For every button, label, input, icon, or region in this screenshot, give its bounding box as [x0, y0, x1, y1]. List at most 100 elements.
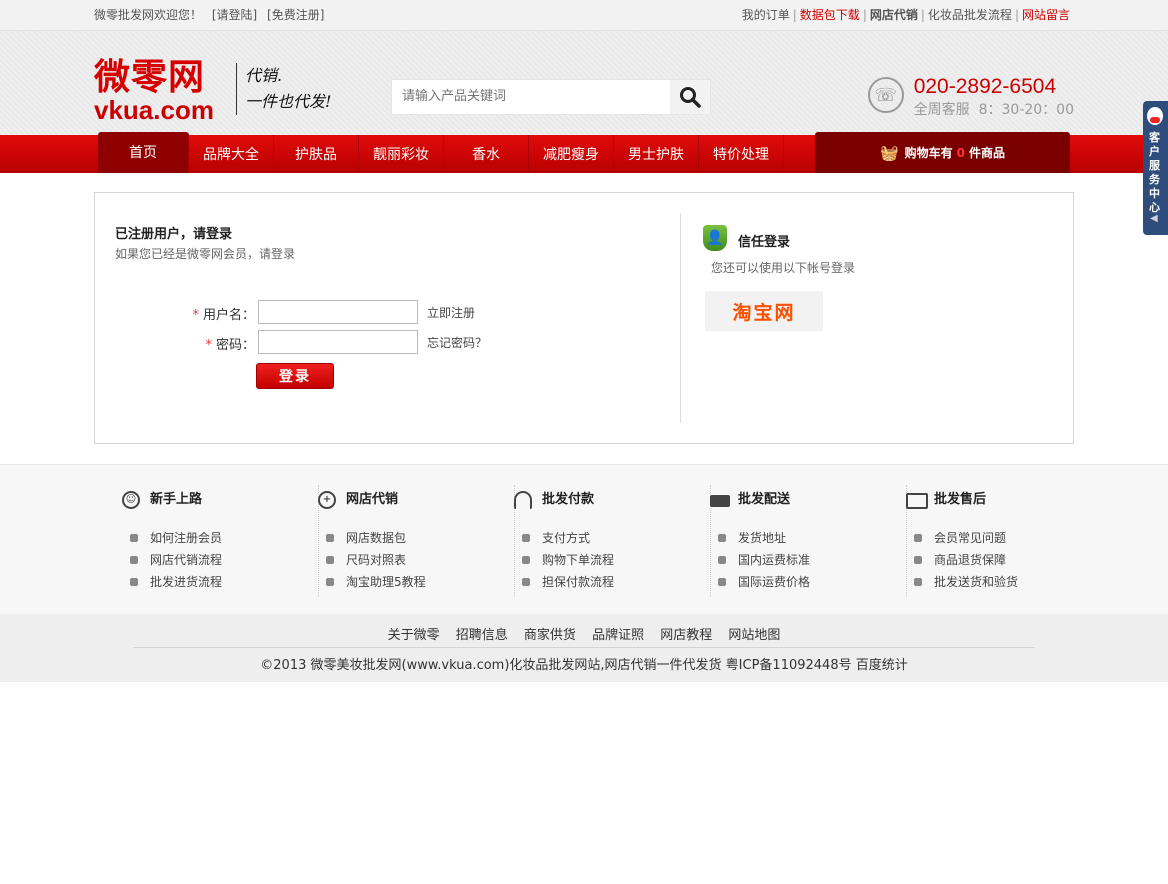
login-title: 已注册用户，请登录 [115, 227, 233, 242]
panel-divider [680, 213, 681, 423]
register-now-link[interactable]: 立即注册 [427, 304, 475, 321]
help-link[interactable]: 会员常见问题 [914, 527, 1018, 549]
nav-item-mens-care[interactable]: 男士护肤 [614, 135, 699, 173]
shield-user-icon: 👤 [703, 225, 727, 251]
welcome-text: 微零批发网欢迎您！ [94, 8, 203, 22]
taobao-login-button[interactable]: 淘宝网 [705, 291, 823, 331]
login-panel: 已注册用户，请登录 如果您已经是微零网会员，请登录 * 用户名： 立即注册 * 密码… [94, 192, 1074, 444]
help-link[interactable]: 支付方式 [522, 527, 614, 549]
help-title-payment: 批发付款 [514, 489, 594, 511]
help-col-dropship: + 网店代销 网店数据包 尺码对照表 淘宝助理5教程 [318, 485, 515, 597]
help-link[interactable]: 网店代销流程 [130, 549, 222, 571]
username-label: * 用户名： [192, 308, 255, 323]
dropship-link[interactable]: 网店代销 [870, 8, 918, 22]
password-label: * 密码： [205, 338, 255, 353]
site-logo[interactable]: 微零网 vkua.com 代销. 一件也代发! [94, 56, 331, 125]
username-row: * 用户名： 立即注册 [95, 300, 675, 324]
help-title-newbie: ☺ 新手上路 [122, 489, 202, 511]
service-hours: 全周客服 8：30-20：00 [914, 99, 1074, 121]
help-link[interactable]: 国内运费标准 [718, 549, 810, 571]
hours-value: 8：30-20：00 [978, 102, 1074, 118]
nav-item-brands[interactable]: 品牌大全 [189, 135, 274, 173]
footer-link-jobs[interactable]: 招聘信息 [456, 628, 508, 643]
search-button[interactable] [670, 80, 710, 114]
nav-item-clearance[interactable]: 特价处理 [699, 135, 784, 173]
login-subtitle: 如果您已经是微零网会员，请登录 [115, 247, 296, 261]
service-tab-label: 客户服务中心 [1149, 131, 1160, 214]
search-box [391, 79, 711, 115]
nav-item-slimming[interactable]: 减肥瘦身 [529, 135, 614, 173]
help-link[interactable]: 淘宝助理5教程 [326, 571, 426, 593]
help-col-newbie: ☺ 新手上路 如何注册会员 网店代销流程 批发进货流程 [122, 485, 319, 597]
help-link[interactable]: 网店数据包 [326, 527, 426, 549]
help-link[interactable]: 担保付款流程 [522, 571, 614, 593]
my-orders-link[interactable]: 我的订单 [742, 8, 790, 22]
compass-icon: + [318, 491, 336, 509]
top-bar: 微零批发网欢迎您！ [请登陆] [免费注册] 我的订单 | 数据包下载 | 网店代销 | 化… [0, 0, 1168, 31]
guestbook-link[interactable]: 网站留言 [1022, 8, 1070, 22]
help-link[interactable]: 批发送货和验货 [914, 571, 1018, 593]
password-row: * 密码： 忘记密码？ [95, 330, 675, 354]
help-col-delivery: 批发配送 发货地址 国内运费标准 国际运费价格 [710, 485, 907, 597]
help-title-delivery: 批发配送 [710, 489, 790, 511]
nav-item-makeup[interactable]: 靓丽彩妆 [359, 135, 444, 173]
trust-login-title: 信任登录 [738, 235, 791, 250]
footer-link-sitemap[interactable]: 网站地图 [728, 628, 780, 643]
hotline: ☏ 020-2892-6504 全周客服 8：30-20：00 [867, 75, 1074, 121]
phone-icon: ☏ [867, 77, 904, 113]
cart-count: 0 [956, 145, 966, 160]
headset-icon [514, 491, 532, 509]
trust-login-subtitle: 您还可以使用以下帐号登录 [711, 261, 856, 275]
phone-number: 020-2892-6504 [913, 75, 1057, 98]
help-link[interactable]: 国际运费价格 [718, 571, 810, 593]
help-link[interactable]: 如何注册会员 [130, 527, 222, 549]
logo-en: vkua.com [94, 95, 214, 125]
search-input[interactable] [392, 80, 672, 112]
username-field[interactable] [258, 300, 418, 324]
footer-link-licenses[interactable]: 品牌证照 [592, 628, 644, 643]
nav-item-skincare[interactable]: 护肤品 [274, 135, 359, 173]
logo-slogan: 代销. 一件也代发! [236, 63, 355, 115]
qq-penguin-icon [1147, 107, 1163, 125]
slogan-line-2: 一件也代发! [245, 92, 332, 111]
register-link[interactable]: [免费注册] [267, 8, 324, 22]
main-nav: 首页 品牌大全 护肤品 靓丽彩妆 香水 减肥瘦身 男士护肤 特价处理 🧺 购物车… [0, 132, 1168, 173]
nav-item-perfume[interactable]: 香水 [444, 135, 529, 173]
data-package-link[interactable]: 数据包下载 [800, 8, 860, 22]
login-button[interactable]: 登录 [256, 363, 334, 389]
help-link[interactable]: 购物下单流程 [522, 549, 614, 571]
help-link[interactable]: 发货地址 [718, 527, 810, 549]
slogan-line-1: 代销. [245, 66, 283, 85]
footer-divider [133, 647, 1035, 648]
cart-button[interactable]: 🧺 购物车有 0 件商品 [815, 132, 1070, 173]
help-section: ☺ 新手上路 如何注册会员 网店代销流程 批发进货流程 + 网店代销 网店数据包 尺… [0, 464, 1168, 615]
nav-item-home[interactable]: 首页 [98, 132, 189, 173]
footer-links: 关于微零 招聘信息 商家供货 品牌证照 网店教程 网站地图 [0, 624, 1168, 643]
hours-label: 全周客服 [913, 102, 970, 118]
help-col-payment: 批发付款 支付方式 购物下单流程 担保付款流程 [514, 485, 711, 597]
header: 微零网 vkua.com 代销. 一件也代发! ☏ 020-2892-6504 … [0, 31, 1168, 135]
help-link[interactable]: 批发进货流程 [130, 571, 222, 593]
card-icon [906, 493, 928, 509]
cart-suffix: 件商品 [969, 146, 1006, 160]
help-link[interactable]: 尺码对照表 [326, 549, 426, 571]
logo-cn: 微零网 [94, 56, 206, 98]
forgot-password-link[interactable]: 忘记密码？ [427, 334, 487, 351]
footer-link-suppliers[interactable]: 商家供货 [524, 628, 576, 643]
help-col-aftersale: 批发售后 会员常见问题 商品退货保障 批发送货和验货 [906, 485, 1102, 597]
search-icon [680, 87, 701, 108]
help-link[interactable]: 商品退货保障 [914, 549, 1018, 571]
login-link[interactable]: [请登陆] [212, 8, 257, 22]
wholesale-process-link[interactable]: 化妆品批发流程 [928, 8, 1012, 22]
cart-prefix: 购物车有 [904, 146, 953, 160]
password-field[interactable] [258, 330, 418, 354]
help-title-dropship: + 网店代销 [318, 489, 398, 511]
help-title-aftersale: 批发售后 [906, 489, 986, 511]
footer-link-tutorials[interactable]: 网店教程 [660, 628, 712, 643]
smiley-icon: ☺ [122, 491, 140, 509]
site-footer: 关于微零 招聘信息 商家供货 品牌证照 网店教程 网站地图 ©2013 微零美妆… [0, 614, 1168, 682]
customer-service-tab[interactable]: 客户服务中心 ◀ [1143, 101, 1168, 235]
top-links: 我的订单 | 数据包下载 | 网店代销 | 化妆品批发流程 | 网站留言 [741, 8, 1070, 22]
truck-icon [710, 495, 730, 507]
footer-link-about[interactable]: 关于微零 [388, 628, 440, 643]
